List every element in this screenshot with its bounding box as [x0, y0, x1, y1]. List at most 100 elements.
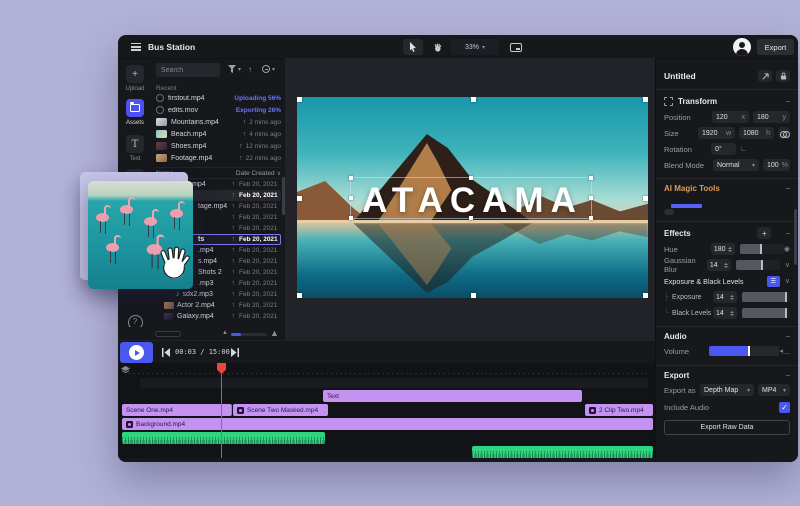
- size-h-input[interactable]: 1080h: [739, 127, 774, 139]
- collapse-icon[interactable]: −: [785, 184, 790, 193]
- resize-handle[interactable]: [471, 97, 476, 102]
- chevron-down-icon[interactable]: ∨: [785, 261, 790, 269]
- chevron-down-icon[interactable]: ∨: [785, 277, 790, 285]
- timeline-clip-scene-two[interactable]: Scene Two Masked.mp4: [233, 404, 328, 416]
- ai-tool-tab[interactable]: [664, 209, 674, 215]
- fullscreen-button[interactable]: [506, 39, 526, 55]
- export-raw-data-button[interactable]: Export Raw Data: [664, 420, 790, 435]
- resize-handle[interactable]: [643, 196, 648, 201]
- hue-slider[interactable]: [740, 244, 784, 254]
- timeline-clip-background[interactable]: Background.mp4: [122, 418, 653, 430]
- resize-handle[interactable]: [471, 293, 476, 298]
- select-tool-button[interactable]: [403, 39, 423, 55]
- sidebar-item-assets[interactable]: Assets: [118, 99, 152, 126]
- empty-track[interactable]: [140, 378, 648, 388]
- tree-branch: ├: [664, 294, 669, 301]
- effect-group-label: Exposure & Black Levels: [664, 277, 767, 286]
- crop-button[interactable]: [758, 70, 772, 82]
- horizontal-scrollbar[interactable]: [155, 331, 181, 337]
- include-audio-checkbox[interactable]: ✓: [779, 402, 790, 413]
- preview-canvas[interactable]: ATACAMA: [285, 58, 655, 340]
- playhead[interactable]: [221, 363, 222, 458]
- timeline-ruler[interactable]: [118, 363, 655, 376]
- position-x-input[interactable]: 120x: [712, 111, 749, 123]
- collapse-icon[interactable]: −: [785, 229, 790, 238]
- volume-slider[interactable]: [709, 346, 779, 356]
- resize-handle[interactable]: [297, 196, 302, 201]
- field-label: Volume: [664, 347, 709, 356]
- upload-arrow-icon: ↑: [239, 143, 243, 150]
- sidebar-item-text[interactable]: T Text: [118, 135, 152, 162]
- opacity-input[interactable]: 100%: [763, 159, 790, 171]
- recent-item[interactable]: firstout.mp4 ↑ Uploading 56%: [156, 92, 281, 104]
- recent-item[interactable]: edits.mov ↑ Exporting 26%: [156, 104, 281, 116]
- speaker-icon[interactable]: ◂＿: [779, 346, 790, 356]
- exclude-filter-button[interactable]: ▾: [262, 65, 275, 73]
- hue-stepper[interactable]: 180: [711, 243, 735, 255]
- zoom-level-dropdown[interactable]: 33%▾: [451, 39, 499, 55]
- export-filetype-dropdown[interactable]: MP4▾: [758, 384, 790, 396]
- timeline-clip-two[interactable]: 2 Clip Two.mp4: [585, 404, 653, 416]
- menu-icon[interactable]: [131, 43, 141, 51]
- column-date-created[interactable]: Date Created∨: [236, 170, 281, 177]
- rotation-input[interactable]: 0°: [711, 143, 736, 155]
- collapse-icon[interactable]: −: [785, 332, 790, 341]
- resize-handle[interactable]: [297, 293, 302, 298]
- exposure-stepper[interactable]: 14: [713, 291, 737, 303]
- collapse-icon[interactable]: −: [785, 97, 790, 106]
- audio-clip[interactable]: [122, 432, 325, 444]
- export-button[interactable]: Export: [757, 39, 794, 55]
- ai-tool-tab[interactable]: [674, 209, 684, 215]
- panel-scrollbar[interactable]: [794, 209, 797, 265]
- grab-hand-cursor: [156, 244, 194, 282]
- play-button[interactable]: [120, 342, 153, 363]
- video-frame[interactable]: ATACAMA: [297, 97, 648, 298]
- inspector-panel: Untitled Transform − Position 120x 180y: [655, 59, 798, 462]
- timeline-clip-scene-one[interactable]: Scene One.mp4: [122, 404, 232, 416]
- levels-button[interactable]: ☰: [767, 276, 780, 287]
- audio-clip[interactable]: [472, 446, 653, 458]
- blend-mode-dropdown[interactable]: Normal▾: [713, 159, 759, 171]
- skip-forward-button[interactable]: [230, 348, 240, 357]
- recent-item[interactable]: Mountains.mp4 ↑ 2 mins ago: [156, 116, 281, 128]
- table-row[interactable]: ♪ sdx2.mp3 ↑ Feb 20, 2021: [156, 289, 281, 300]
- filter-button[interactable]: ▾: [228, 65, 241, 73]
- eye-icon[interactable]: ◉: [784, 245, 790, 253]
- position-y-input[interactable]: 180y: [753, 111, 790, 123]
- avatar[interactable]: [733, 38, 751, 56]
- lock-button[interactable]: [776, 70, 790, 82]
- table-row[interactable]: Galaxy.mp4 ↑ Feb 20, 2021: [156, 311, 281, 322]
- resize-handle[interactable]: [297, 97, 302, 102]
- timeline-clip-text[interactable]: Text: [323, 390, 582, 402]
- exposure-slider[interactable]: [742, 292, 790, 302]
- timeline[interactable]: Text Scene One.mp4 Scene Two Masked.mp4 …: [118, 363, 655, 458]
- resize-handle[interactable]: [643, 293, 648, 298]
- link-dimensions-toggle[interactable]: [778, 127, 790, 139]
- file-date: Feb 20, 2021: [239, 313, 281, 320]
- blur-slider[interactable]: [736, 260, 780, 270]
- search-input[interactable]: [156, 63, 220, 77]
- size-w-input[interactable]: 1920w: [698, 127, 735, 139]
- table-row[interactable]: Actor 2.mp4 ↑ Feb 20, 2021: [156, 300, 281, 311]
- blur-stepper[interactable]: 14: [707, 259, 731, 271]
- text-selection-box[interactable]: [350, 177, 592, 219]
- export-format-dropdown[interactable]: Depth Map▾: [700, 384, 754, 396]
- recent-item[interactable]: Footage.mp4 ↑ 22 mins ago: [156, 152, 281, 164]
- file-thumbnail: [156, 106, 164, 114]
- resize-handle[interactable]: [643, 97, 648, 102]
- hand-tool-button[interactable]: [429, 39, 447, 55]
- upload-button[interactable]: ↑: [248, 65, 252, 74]
- effect-label: Hue: [664, 245, 711, 254]
- recent-item[interactable]: Shoes.mp4 ↑ 12 mins ago: [156, 140, 281, 152]
- collapse-icon[interactable]: −: [785, 371, 790, 380]
- upload-arrow-icon: ↑: [232, 258, 236, 265]
- black-levels-slider[interactable]: [742, 308, 790, 318]
- ai-tool-tab[interactable]: [694, 209, 704, 215]
- ai-tool-tab[interactable]: [684, 209, 694, 215]
- black-levels-stepper[interactable]: 14: [713, 307, 737, 319]
- skip-back-button[interactable]: [162, 348, 172, 357]
- timeline-zoom-slider[interactable]: [231, 333, 267, 336]
- recent-item[interactable]: Beach.mp4 ↑ 4 mins ago: [156, 128, 281, 140]
- add-effect-button[interactable]: +: [757, 227, 771, 239]
- sidebar-item-upload[interactable]: + Upload: [118, 65, 152, 92]
